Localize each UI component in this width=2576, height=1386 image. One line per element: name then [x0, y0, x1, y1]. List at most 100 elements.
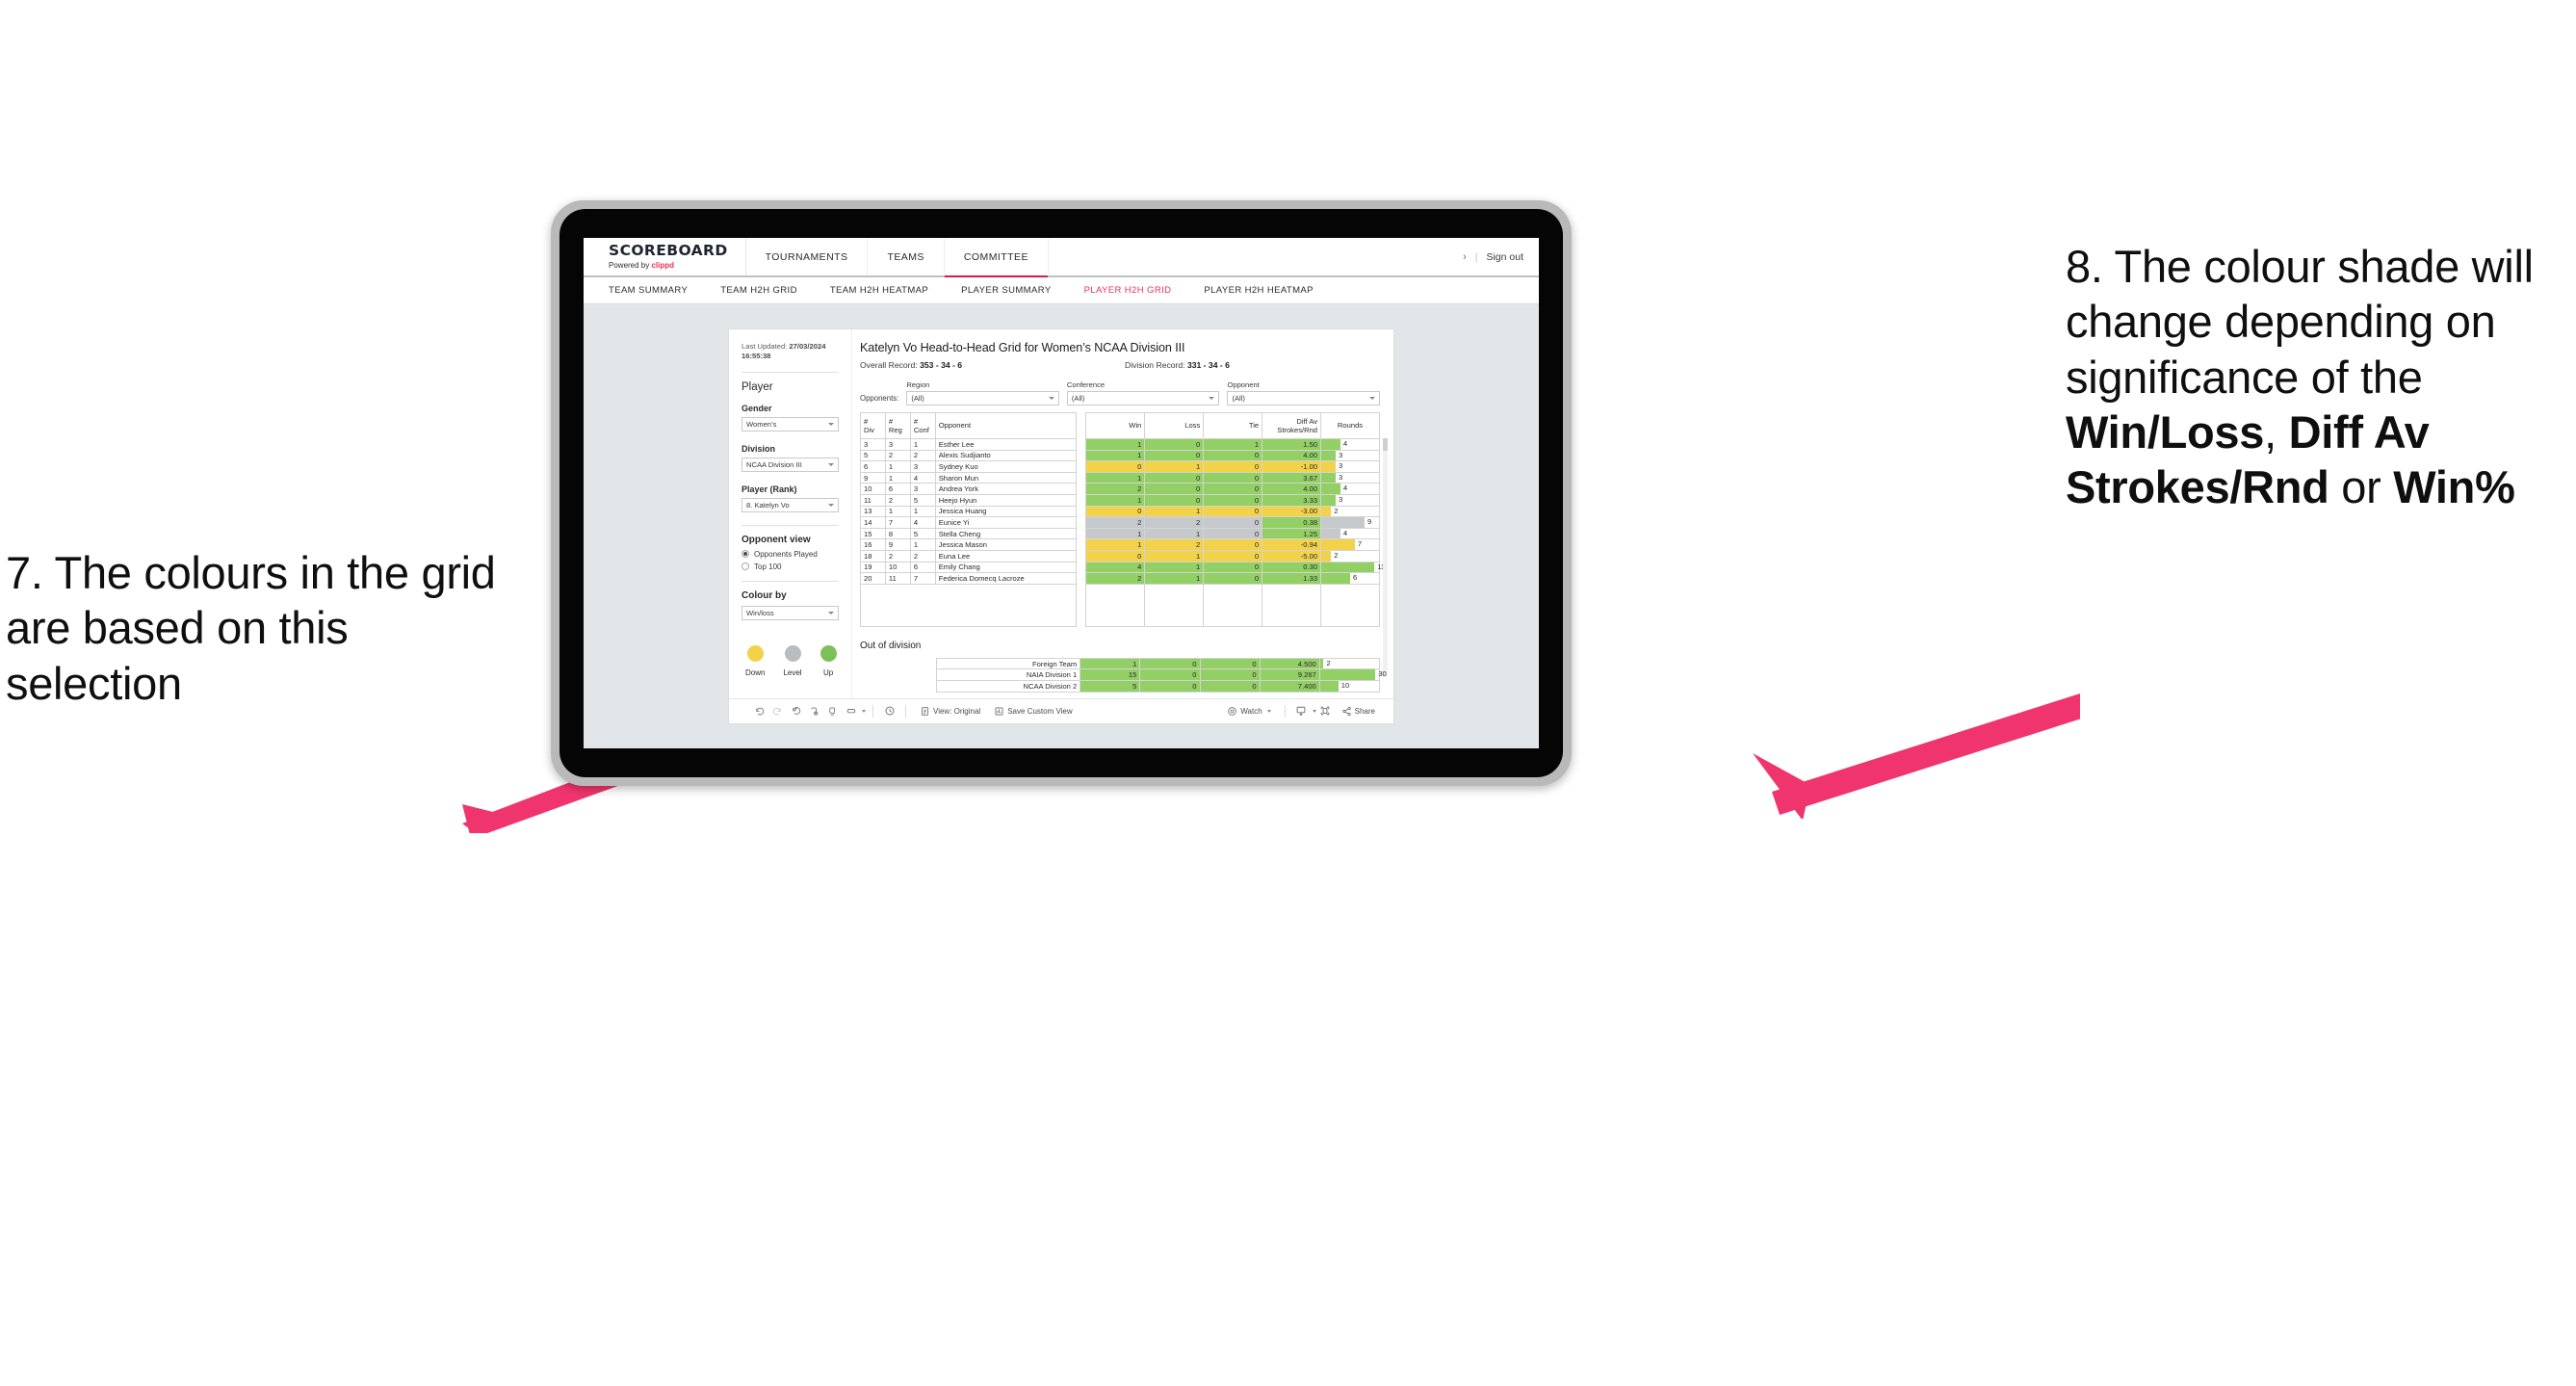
radio-top-100[interactable]: Top 100: [742, 562, 839, 571]
brand-subtitle: Powered by clippd: [609, 261, 728, 270]
chevron-down-icon: [1209, 397, 1215, 400]
col-header-diff-av-strokes[interactable]: Diff Av Strokes/Rnd: [1262, 412, 1322, 439]
division-label: Division: [742, 443, 776, 454]
cell-reg: 2: [884, 493, 911, 507]
col-header-gap: [1076, 412, 1086, 439]
radio-opponents-played[interactable]: Opponents Played: [742, 550, 839, 559]
nav-item-committee[interactable]: COMMITTEE: [944, 238, 1049, 277]
table-row[interactable]: 13 1 1 Jessica Huang 0 1 0 -3.00 2: [860, 505, 1380, 518]
nav-item-teams[interactable]: TEAMS: [868, 238, 945, 275]
cell-ood-opponent: NAIA Division 1: [935, 668, 1081, 681]
cell-tie: 0: [1203, 483, 1263, 495]
table-row[interactable]: 6 1 3 Sydney Kuo 0 1 0 -1.00 3: [860, 460, 1380, 473]
watch-button[interactable]: Watch: [1220, 706, 1277, 717]
table-row[interactable]: NCAA Division 2 5 0 0 7.400 10: [860, 679, 1381, 693]
table-row[interactable]: Foreign Team 1 0 0 4.500 2: [860, 657, 1381, 670]
player-rank-select-value: 8. Katelyn Vo: [746, 500, 790, 510]
player-rank-select[interactable]: 8. Katelyn Vo: [742, 497, 839, 512]
chevron-down-icon: [828, 503, 834, 507]
colour-by-select[interactable]: Win/loss: [742, 605, 839, 620]
table-row[interactable]: 18 2 2 Euna Lee 0 1 0 -5.00 2: [860, 549, 1380, 562]
cell-diff-av-strokes: 4.00: [1262, 483, 1322, 495]
view-original-button[interactable]: View: Original: [913, 706, 987, 717]
device-layout-caret-icon[interactable]: [862, 709, 866, 713]
table-row[interactable]: 5 2 2 Alexis Sudjianto 1 0 0 4.00 3: [860, 449, 1380, 462]
col-header-conf[interactable]: # Conf: [909, 412, 936, 439]
cell-conf: 3: [909, 483, 936, 495]
cell-tie: 0: [1203, 549, 1263, 562]
gender-select[interactable]: Women’s: [742, 416, 839, 431]
table-row[interactable]: 15 8 5 Stella Cheng 1 1 0 1.25 4: [860, 527, 1380, 540]
cell-win: 0: [1085, 460, 1146, 473]
grid-scrollbar[interactable]: [1383, 438, 1388, 677]
col-header-div[interactable]: # Div: [860, 412, 886, 439]
filter-sidebar: Last Updated: 27/03/2024 16:55:38 Player…: [729, 329, 852, 698]
cell-gap: [1076, 494, 1086, 507]
cell-rounds: 3: [1320, 460, 1380, 473]
col-header-opponent[interactable]: Opponent: [934, 412, 1078, 439]
col-header-tie[interactable]: Tie: [1203, 412, 1263, 439]
sign-out-button[interactable]: Sign out: [1486, 251, 1523, 263]
pause-refresh-icon[interactable]: [823, 706, 842, 717]
table-row[interactable]: 3 3 1 Esther Lee 1 0 1 1.50 4: [860, 438, 1380, 451]
subnav-item-player-h2h-grid[interactable]: PLAYER H2H GRID: [1084, 285, 1172, 296]
col-header-rounds[interactable]: Rounds: [1320, 412, 1380, 439]
table-row[interactable]: 16 9 1 Jessica Mason 1 2 0 -0.94 7: [860, 538, 1380, 551]
rounds-value: 3: [1339, 450, 1343, 459]
table-row[interactable]: 10 6 3 Andrea York 2 0 0 4.00 4: [860, 483, 1380, 495]
fullscreen-icon[interactable]: [1316, 705, 1335, 717]
opponent-filter-select[interactable]: (All): [1227, 391, 1381, 405]
col-header-win[interactable]: Win: [1085, 412, 1146, 439]
cell-tie: 0: [1203, 505, 1263, 518]
table-row[interactable]: NAIA Division 1 15 0 0 9.267 30: [860, 668, 1387, 681]
redo-icon[interactable]: [768, 706, 787, 717]
conference-filter-select[interactable]: (All): [1066, 391, 1220, 405]
cell-conf: 4: [909, 516, 936, 529]
share-button[interactable]: Share: [1335, 706, 1382, 717]
undo-icon[interactable]: [750, 706, 768, 717]
refresh-data-icon[interactable]: [805, 706, 823, 717]
rounds-value: 10: [1340, 680, 1350, 690]
cell-diff-av-strokes: 3.67: [1262, 471, 1322, 484]
h2h-grid-body: 3 3 1 Esther Lee 1 0 1 1.50 4 5 2 2 Alexis Sudjianto…: [859, 438, 1385, 627]
cell-reg: 2: [884, 549, 911, 562]
revert-icon[interactable]: [787, 706, 805, 717]
cell-reg: 1: [884, 471, 911, 484]
annotation-8-bold-winloss: Win/Loss: [2066, 405, 2265, 458]
grid-scrollbar-thumb[interactable]: [1383, 438, 1388, 451]
cell-opponent: Federica Domecq Lacroze: [934, 572, 1078, 585]
save-custom-view-button[interactable]: Save Custom View: [987, 706, 1079, 717]
cell-ood-loss: 0: [1139, 668, 1201, 681]
region-filter-select[interactable]: (All): [906, 391, 1059, 405]
table-row[interactable]: 19 10 6 Emily Chang 4 1 0 0.30 11: [860, 561, 1385, 574]
table-row[interactable]: 11 2 5 Heejo Hyun 1 0 0 3.33 3: [860, 493, 1380, 507]
radio-top-100-label: Top 100: [754, 562, 782, 571]
col-header-reg[interactable]: # Reg: [884, 412, 911, 439]
col-header-loss[interactable]: Loss: [1144, 412, 1205, 439]
table-row[interactable]: 14 7 4 Eunice Yi 2 2 0 0.38 9: [860, 516, 1380, 529]
subnav-item-player-summary[interactable]: PLAYER SUMMARY: [961, 285, 1051, 296]
table-row[interactable]: 20 11 7 Federica Domecq Lacroze 2 1 0 1.33 6: [860, 572, 1380, 585]
cell-reg: 10: [884, 561, 911, 574]
subnav-item-player-h2h-heatmap[interactable]: PLAYER H2H HEATMAP: [1204, 285, 1314, 296]
cell-gap: [1076, 483, 1086, 495]
cell-rounds: 3: [1320, 449, 1380, 462]
cell-reg: 8: [884, 527, 911, 540]
nav-item-tournaments[interactable]: TOURNAMENTS: [746, 238, 869, 275]
page-title: Katelyn Vo Head-to-Head Grid for Women’s…: [860, 341, 1185, 354]
subnav-item-team-h2h-grid[interactable]: TEAM H2H GRID: [720, 285, 797, 296]
subnav-item-team-h2h-heatmap[interactable]: TEAM H2H HEATMAP: [830, 285, 928, 296]
table-row[interactable]: 9 1 4 Sharon Mun 1 0 0 3.67 3: [860, 471, 1380, 484]
subnav-item-team-summary[interactable]: TEAM SUMMARY: [609, 285, 688, 296]
legend-item-down: Down: [745, 644, 765, 677]
chevron-down-icon: [828, 611, 834, 615]
cell-rounds: 7: [1320, 538, 1380, 551]
chevron-right-icon[interactable]: ›: [1463, 251, 1467, 263]
cell-reg: 1: [884, 505, 911, 518]
division-select[interactable]: NCAA Division III: [742, 457, 839, 472]
device-layout-icon[interactable]: [842, 706, 860, 717]
pause-auto-update-icon[interactable]: [880, 705, 898, 717]
cell-div: 3: [860, 438, 886, 451]
brand-logo[interactable]: SCOREBOARD Powered by clippd: [584, 238, 746, 275]
download-icon[interactable]: [1292, 705, 1311, 717]
